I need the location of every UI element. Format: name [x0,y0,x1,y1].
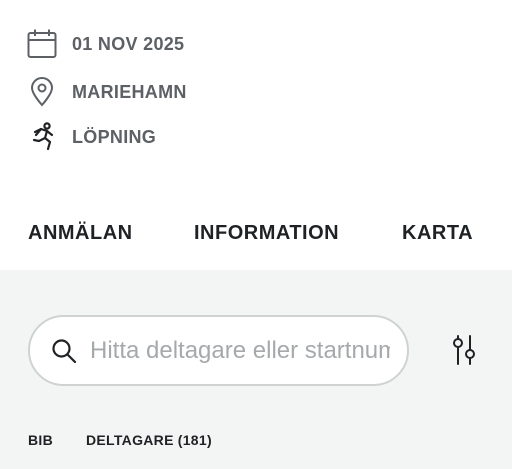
column-header-participants-label: DELTAGARE [86,432,174,448]
filter-button[interactable] [448,333,480,367]
participant-count: (181) [177,432,212,448]
tab-information[interactable]: INFORMATION [194,222,339,245]
event-sport-row: LÖPNING [28,121,156,153]
search-box[interactable] [28,315,409,386]
column-header-bib[interactable]: BIB [28,432,53,448]
tab-bar: ANMÄLAN INFORMATION KARTA [0,222,512,252]
calendar-icon [26,28,58,60]
event-date-row: 01 NOV 2025 [26,28,185,60]
event-date: 01 NOV 2025 [72,33,185,54]
event-location: MARIEHAMN [72,81,187,102]
event-sport: LÖPNING [72,126,157,147]
tab-map[interactable]: KARTA [402,222,473,245]
map-pin-icon [26,76,58,108]
event-location-row: MARIEHAMN [28,76,187,108]
tab-registration[interactable]: ANMÄLAN [28,222,133,245]
search-icon [50,337,78,365]
participants-panel: BIB DELTAGARE(181) [0,270,512,469]
runner-icon [26,121,58,153]
column-header-participants[interactable]: DELTAGARE (181) [86,432,212,448]
sliders-icon [453,335,475,365]
participant-search-input[interactable] [90,336,390,365]
